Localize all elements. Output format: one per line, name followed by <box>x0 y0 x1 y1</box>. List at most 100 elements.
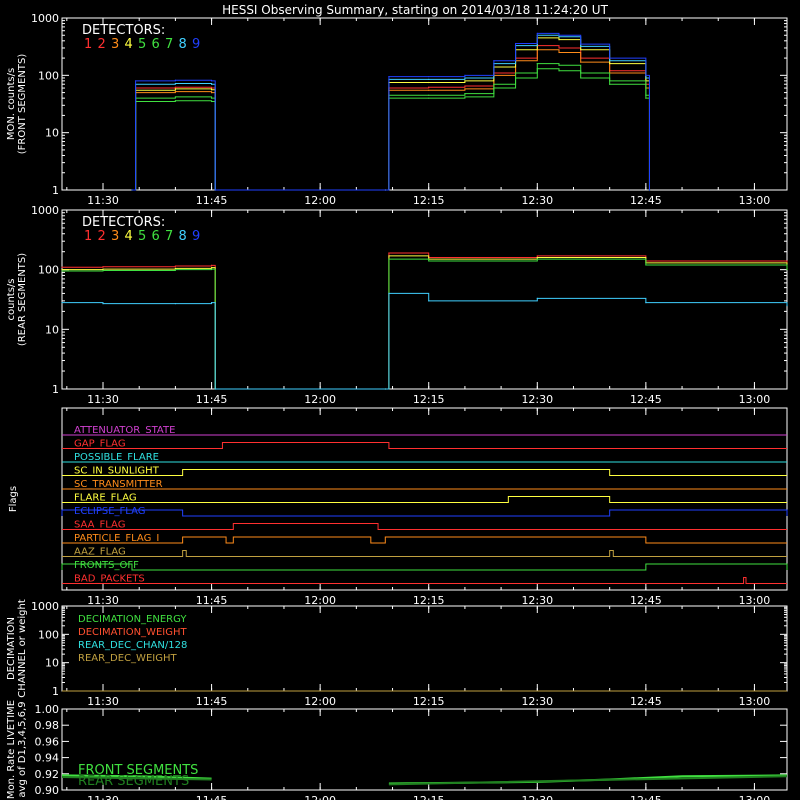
x-tick-label: 13:00 <box>739 794 771 800</box>
data-point <box>174 267 176 270</box>
data-point <box>428 260 430 262</box>
data-point <box>388 252 390 254</box>
data-point <box>174 91 176 93</box>
x-tick-label: 12:15 <box>413 594 445 607</box>
data-point <box>464 85 466 87</box>
y-tick-label: 0.98 <box>35 719 60 732</box>
data-point <box>558 34 560 36</box>
livetime-legend-rear: REAR SEGMENTS <box>78 774 189 789</box>
data-point <box>580 45 582 47</box>
data-point <box>609 57 611 59</box>
data-point <box>536 297 538 299</box>
data-point <box>645 97 647 99</box>
y-tick-label: 1 <box>52 685 59 698</box>
data-point <box>536 258 538 260</box>
data-point <box>580 49 582 51</box>
flag-label-saa-flag: SAA_FLAG <box>74 520 125 531</box>
data-point <box>558 70 560 72</box>
data-point <box>388 76 390 78</box>
data-point <box>210 89 213 91</box>
y-tick-label: 10 <box>45 127 59 140</box>
data-point <box>558 39 560 41</box>
data-point <box>210 264 213 266</box>
data-point <box>384 388 386 390</box>
data-point <box>648 189 651 191</box>
data-point <box>210 100 213 103</box>
data-point <box>645 264 647 266</box>
data-point <box>210 91 213 94</box>
data-point <box>61 269 63 271</box>
decimation-legend-item: REAR_DEC_WEIGHT <box>78 653 177 664</box>
data-point <box>464 88 466 90</box>
data-point <box>536 255 538 257</box>
legend-detector-3: 3 <box>111 229 119 244</box>
decimation-legend-item: REAR_DEC_CHAN/128 <box>78 640 187 651</box>
legend-detector-2: 2 <box>98 37 106 52</box>
chart-background <box>0 0 800 800</box>
x-tick-label: 11:45 <box>196 695 228 708</box>
data-point <box>428 76 430 78</box>
chart-title: HESSI Observing Summary, starting on 201… <box>222 3 608 17</box>
y-tick-label: 100 <box>38 628 59 641</box>
y-tick-label: 0.94 <box>35 752 60 765</box>
data-point <box>388 258 390 260</box>
x-tick-label: 12:45 <box>630 393 662 406</box>
data-point <box>536 68 538 70</box>
x-tick-label: 11:45 <box>196 594 228 607</box>
x-tick-label: 12:30 <box>521 393 553 406</box>
data-point <box>786 269 788 271</box>
y-axis-label: CHANNEL or weight <box>17 599 28 698</box>
legend-detector-4: 4 <box>125 37 133 52</box>
data-point <box>388 292 390 295</box>
y-tick-label: 1 <box>52 184 59 197</box>
x-tick-label: 11:45 <box>196 794 228 800</box>
data-point <box>61 270 63 272</box>
data-point <box>102 302 104 305</box>
data-point <box>174 82 176 85</box>
flag-label-particle-flag-i: PARTICLE_FLAG_I <box>74 533 159 544</box>
data-point <box>493 60 495 62</box>
data-point <box>645 302 647 304</box>
flag-label-sc-in-sunlight: SC_IN_SUNLIGHT <box>74 466 160 477</box>
y-axis-label: Mon. Rate LIVETIME <box>6 700 17 799</box>
legend-detector-3: 3 <box>111 37 119 52</box>
data-point <box>428 89 430 91</box>
x-tick-label: 12:00 <box>304 695 336 708</box>
data-point <box>174 302 176 305</box>
legend-detector-2: 2 <box>98 229 106 244</box>
data-point <box>102 269 104 272</box>
data-point <box>514 42 517 45</box>
flag-label-possible-flare: POSSIBLE_FLARE <box>74 452 159 463</box>
data-point <box>493 87 495 89</box>
x-tick-label: 12:30 <box>521 594 553 607</box>
y-axis-label: (REAR SEGMENTS) <box>17 253 28 346</box>
x-tick-label: 12:15 <box>413 393 445 406</box>
legend-detector-5: 5 <box>138 37 146 52</box>
legend-detector-7: 7 <box>165 229 173 244</box>
data-point <box>580 77 582 79</box>
data-point <box>558 64 560 66</box>
legend-detector-8: 8 <box>179 229 187 244</box>
data-point <box>388 255 390 257</box>
data-point <box>174 79 176 81</box>
legend-detector-6: 6 <box>152 37 160 52</box>
y-tick-label: 100 <box>38 69 59 82</box>
x-tick-label: 12:00 <box>304 393 336 406</box>
x-tick-label: 12:30 <box>521 695 553 708</box>
flag-label-sc-transmitter: SC_TRANSMITTER <box>74 479 163 490</box>
data-point <box>174 88 176 90</box>
data-point <box>428 300 430 302</box>
data-point <box>609 60 611 62</box>
flag-label-eclipse-flag: ECLIPSE_FLAG <box>74 506 145 517</box>
x-tick-label: 12:45 <box>630 194 662 207</box>
data-point <box>645 77 647 79</box>
flag-label-aaz-flag: AAZ_FLAG <box>74 547 126 558</box>
x-tick-label: 11:30 <box>87 695 119 708</box>
data-point <box>210 268 213 270</box>
x-tick-label: 11:45 <box>196 393 228 406</box>
flag-label-flare-flag: FLARE_FLAG <box>74 493 137 504</box>
x-tick-label: 13:00 <box>739 393 771 406</box>
y-tick-label: 100 <box>38 264 59 277</box>
data-point <box>609 63 611 65</box>
x-tick-label: 12:45 <box>630 794 662 800</box>
